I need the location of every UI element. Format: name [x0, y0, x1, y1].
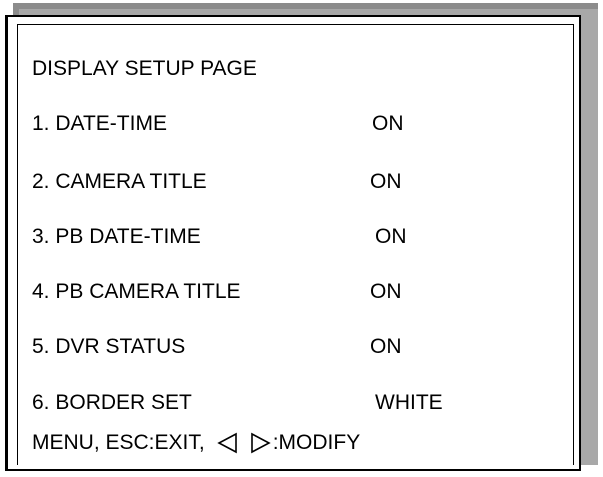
right-triangle-icon — [249, 432, 271, 454]
page-title: DISPLAY SETUP PAGE — [32, 57, 257, 80]
menu-value-camera-title[interactable]: ON — [370, 170, 402, 194]
menu-item-pb-camera-title[interactable]: 4. PB CAMERA TITLE — [32, 280, 241, 304]
menu-value-pb-date-time[interactable]: ON — [375, 225, 407, 249]
footer-hint-bar: MENU, ESC:EXIT, :MODIFY — [32, 431, 360, 455]
footer-hint-text: MENU, ESC:EXIT, — [32, 431, 205, 454]
menu-value-date-time[interactable]: ON — [372, 112, 404, 136]
menu-item-pb-date-time[interactable]: 3. PB DATE-TIME — [32, 225, 201, 249]
left-triangle-icon — [216, 432, 239, 454]
menu-value-dvr-status[interactable]: ON — [370, 335, 402, 359]
display-setup-menu: DISPLAY SETUP PAGE 1. DATE-TIME ON 2. CA… — [5, 15, 581, 471]
menu-value-border-set[interactable]: WHITE — [375, 391, 443, 415]
menu-item-camera-title[interactable]: 2. CAMERA TITLE — [32, 170, 207, 194]
footer-modify-text: :MODIFY — [272, 431, 361, 454]
menu-item-border-set[interactable]: 6. BORDER SET — [32, 391, 192, 415]
menu-item-dvr-status[interactable]: 5. DVR STATUS — [32, 335, 185, 359]
menu-value-pb-camera-title[interactable]: ON — [370, 280, 402, 304]
menu-item-date-time[interactable]: 1. DATE-TIME — [32, 112, 167, 136]
